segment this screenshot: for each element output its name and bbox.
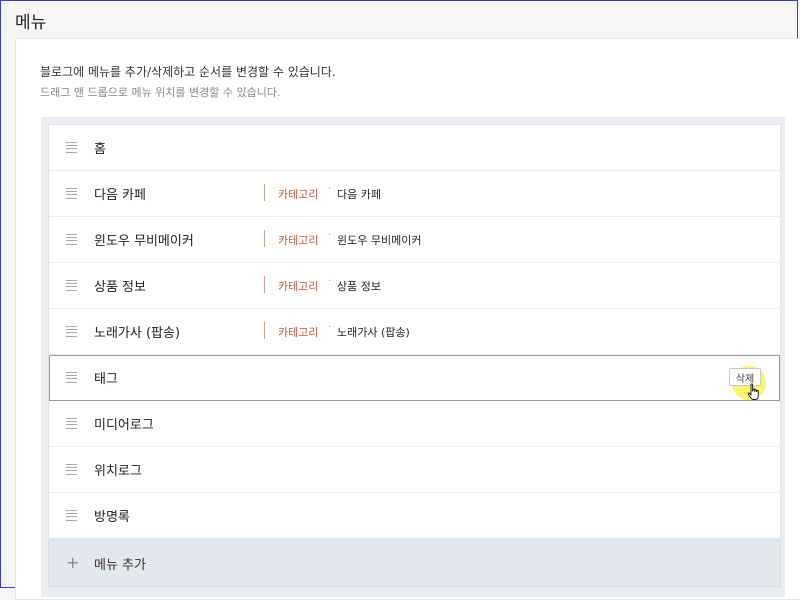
drag-handle-icon[interactable] (66, 188, 77, 199)
add-menu-button[interactable]: + 메뉴 추가 (48, 540, 781, 587)
menu-item-medialog[interactable]: 미디어로그 (49, 401, 780, 447)
menu-item-name: 홈 (94, 142, 106, 157)
drag-handle-icon[interactable] (66, 418, 77, 429)
description-hint: 드래그 앤 드롭으로 메뉴 위치를 변경할 수 있습니다. (40, 86, 281, 99)
menu-item-name: 다음 카페 (94, 188, 146, 203)
drag-handle-icon[interactable] (66, 142, 77, 153)
menu-item-tag[interactable]: 태그 삭제 (49, 355, 780, 401)
menu-item-locationlog[interactable]: 위치로그 (49, 447, 780, 493)
drag-handle-icon[interactable] (66, 510, 77, 521)
category-type-label: 카테고리 (278, 234, 319, 247)
menu-item-name: 방명록 (94, 510, 130, 525)
drag-handle-icon[interactable] (66, 372, 77, 383)
divider (264, 230, 265, 247)
menu-item-home[interactable]: 홈 (49, 125, 780, 171)
menu-list-container: 홈 다음 카페 카테고리 · 다음 카페 윈도우 무비메이커 카테고리 · 윈도… (41, 117, 785, 597)
category-type-label: 카테고리 (278, 188, 319, 201)
divider (264, 322, 265, 339)
separator-dot: · (328, 322, 332, 333)
menu-item-daum-cafe[interactable]: 다음 카페 카테고리 · 다음 카페 (49, 171, 780, 217)
category-name: 윈도우 무비메이커 (337, 234, 422, 247)
drag-handle-icon[interactable] (66, 464, 77, 475)
category-name: 노래가사 (팝송) (337, 326, 410, 339)
separator-dot: · (328, 230, 332, 241)
menu-item-name: 위치로그 (94, 464, 142, 479)
menu-item-name: 노래가사 (팝송) (94, 326, 181, 341)
menu-item-name: 윈도우 무비메이커 (94, 234, 194, 249)
category-name: 다음 카페 (337, 188, 381, 201)
separator-dot: · (328, 184, 332, 195)
hand-pointer-icon (747, 383, 759, 400)
divider (264, 276, 265, 293)
divider (264, 184, 265, 201)
separator-dot: · (328, 276, 332, 287)
menu-item-name: 태그 (94, 372, 118, 387)
menu-item-lyrics-pop[interactable]: 노래가사 (팝송) 카테고리 · 노래가사 (팝송) (49, 309, 780, 355)
drag-handle-icon[interactable] (66, 234, 77, 245)
category-type-label: 카테고리 (278, 326, 319, 339)
drag-handle-icon[interactable] (66, 326, 77, 337)
add-menu-label: 메뉴 추가 (94, 558, 146, 573)
menu-item-guestbook[interactable]: 방명록 (49, 493, 780, 538)
menu-item-name: 미디어로그 (94, 418, 154, 433)
menu-item-windows-movie-maker[interactable]: 윈도우 무비메이커 카테고리 · 윈도우 무비메이커 (49, 217, 780, 263)
menu-list: 홈 다음 카페 카테고리 · 다음 카페 윈도우 무비메이커 카테고리 · 윈도… (48, 124, 781, 539)
menu-item-name: 상품 정보 (94, 280, 146, 295)
description-text: 블로그에 메뉴를 추가/삭제하고 순서를 변경할 수 있습니다. (40, 65, 336, 79)
plus-icon: + (66, 553, 80, 572)
category-type-label: 카테고리 (278, 280, 319, 293)
category-name: 상품 정보 (337, 280, 381, 293)
menu-settings-card: 블로그에 메뉴를 추가/삭제하고 순서를 변경할 수 있습니다. 드래그 앤 드… (15, 38, 800, 600)
menu-item-product-info[interactable]: 상품 정보 카테고리 · 상품 정보 (49, 263, 780, 309)
drag-handle-icon[interactable] (66, 280, 77, 291)
page-title: 메뉴 (15, 13, 47, 33)
